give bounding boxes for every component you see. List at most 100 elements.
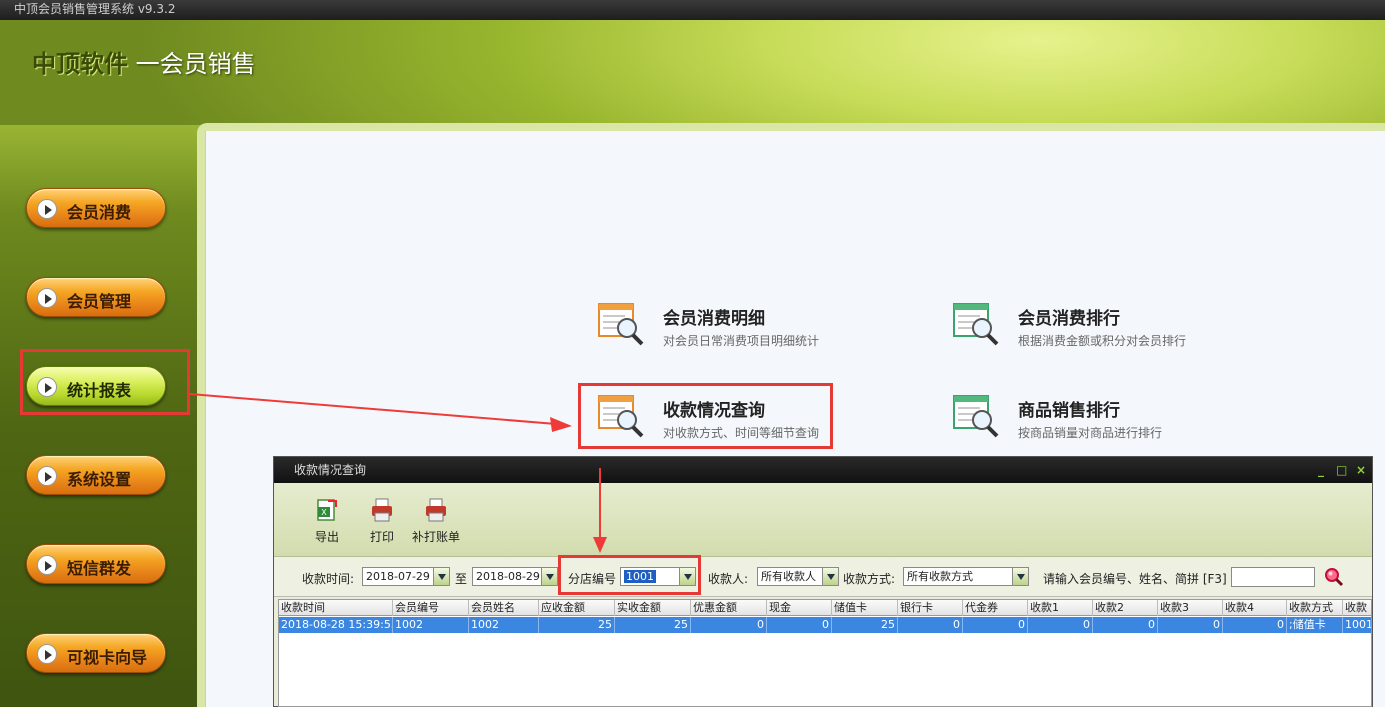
report-title: 会员消费明细 bbox=[663, 309, 765, 329]
dialog-toolbar: X 导出 打印 补打账单 bbox=[274, 483, 1372, 557]
filter-bar: 收款时间: 2018-07-29 至 2018-08-29 分店编号 1001 … bbox=[274, 557, 1372, 597]
method-select[interactable]: 所有收款方式 bbox=[903, 567, 1029, 586]
sidebar-item-label: 短信群发 bbox=[67, 559, 132, 578]
cell-bank-card: 0 bbox=[898, 617, 963, 633]
table-row[interactable]: 2018-08-28 15:39:55 1002 1002 25 25 0 0 … bbox=[279, 617, 1371, 633]
column-header[interactable]: 会员姓名 bbox=[469, 600, 539, 616]
column-header[interactable]: 代金券 bbox=[963, 600, 1028, 616]
dialog-title-bar: 收款情况查询 _ □ × bbox=[274, 457, 1372, 483]
payment-grid: 收款时间 会员编号 会员姓名 应收金额 实收金额 优惠金额 现金 储值卡 银行卡… bbox=[278, 599, 1372, 707]
report-title: 会员消费排行 bbox=[1018, 309, 1120, 329]
chevron-down-icon[interactable] bbox=[433, 568, 449, 585]
highlight-box-payment-query bbox=[578, 383, 833, 449]
highlight-box-branch-select bbox=[558, 555, 701, 595]
cell-cash: 0 bbox=[767, 617, 832, 633]
sidebar-item-member-management[interactable]: 会员管理 bbox=[26, 277, 166, 317]
svg-text:X: X bbox=[321, 508, 327, 517]
play-icon bbox=[37, 288, 57, 308]
brand-logo: 中顶软件 一会员销售 bbox=[32, 44, 256, 79]
app-header: 中顶软件 一会员销售 bbox=[0, 20, 1385, 125]
export-button[interactable]: X 导出 bbox=[314, 497, 340, 545]
method-label: 收款方式: bbox=[843, 572, 896, 586]
column-header[interactable]: 收款方式 bbox=[1287, 600, 1343, 616]
search-hint: 请输入会员编号、姓名、简拼 [F3] bbox=[1043, 572, 1227, 586]
reprint-bill-button[interactable]: 补打账单 bbox=[412, 497, 460, 545]
window-title-bar: 中顶会员销售管理系统 v9.3.2 bbox=[0, 0, 1385, 20]
chevron-down-icon[interactable] bbox=[822, 568, 838, 585]
column-header[interactable]: 收款2 bbox=[1093, 600, 1158, 616]
close-icon[interactable]: × bbox=[1356, 457, 1366, 483]
play-icon bbox=[37, 555, 57, 575]
cell-pay4: 0 bbox=[1223, 617, 1287, 633]
play-icon bbox=[37, 466, 57, 486]
cell-time: 2018-08-28 15:39:55 bbox=[281, 617, 393, 633]
date-from-select[interactable]: 2018-07-29 bbox=[362, 567, 450, 586]
report-desc: 对会员日常消费项目明细统计 bbox=[663, 334, 820, 348]
excel-export-icon: X bbox=[317, 499, 337, 521]
date-to-select[interactable]: 2018-08-29 bbox=[472, 567, 558, 586]
window-title: 中顶会员销售管理系统 v9.3.2 bbox=[14, 2, 176, 16]
sidebar-item-sms-broadcast[interactable]: 短信群发 bbox=[26, 544, 166, 584]
cell-pay3: 0 bbox=[1158, 617, 1223, 633]
report-desc: 根据消费金额或积分对会员排行 bbox=[1018, 334, 1187, 348]
column-header[interactable]: 收款1 bbox=[1028, 600, 1093, 616]
cell-discount: 0 bbox=[691, 617, 767, 633]
column-header[interactable]: 实收金额 bbox=[615, 600, 691, 616]
column-header[interactable]: 优惠金额 bbox=[691, 600, 767, 616]
cell-method: ;储值卡 bbox=[1287, 617, 1343, 633]
report-magnifier-icon bbox=[598, 303, 644, 346]
report-magnifier-icon bbox=[953, 395, 999, 438]
column-header[interactable]: 储值卡 bbox=[832, 600, 898, 616]
printer-icon bbox=[372, 498, 392, 522]
column-header[interactable]: 收款 bbox=[1343, 600, 1371, 616]
cell-member-no: 1002 bbox=[393, 617, 469, 633]
maximize-icon[interactable]: □ bbox=[1336, 457, 1347, 483]
payee-select[interactable]: 所有收款人 bbox=[757, 567, 839, 586]
sidebar-item-member-consumption[interactable]: 会员消费 bbox=[26, 188, 166, 228]
chevron-down-icon[interactable] bbox=[1012, 568, 1028, 585]
cell-stored-card: 25 bbox=[832, 617, 898, 633]
cell-pay2: 0 bbox=[1093, 617, 1158, 633]
column-header[interactable]: 收款时间 bbox=[279, 600, 393, 616]
chevron-down-icon[interactable] bbox=[541, 568, 557, 585]
report-member-consumption-ranking[interactable]: 会员消费排行 根据消费金额或积分对会员排行 bbox=[952, 300, 1212, 360]
sidebar: 会员消费 会员管理 统计报表 系统设置 短信群发 可视卡向导 bbox=[0, 125, 200, 707]
search-input[interactable] bbox=[1231, 567, 1315, 587]
cell-pay1: 0 bbox=[1028, 617, 1093, 633]
report-member-consumption-detail[interactable]: 会员消费明细 对会员日常消费项目明细统计 bbox=[597, 300, 857, 360]
minimize-icon[interactable]: _ bbox=[1316, 457, 1326, 483]
sidebar-item-label: 会员消费 bbox=[67, 203, 132, 222]
column-header[interactable]: 会员编号 bbox=[393, 600, 469, 616]
grid-header-row: 收款时间 会员编号 会员姓名 应收金额 实收金额 优惠金额 现金 储值卡 银行卡… bbox=[279, 600, 1371, 616]
dialog-title: 收款情况查询 bbox=[294, 463, 367, 477]
column-header[interactable]: 收款4 bbox=[1223, 600, 1287, 616]
sidebar-item-visual-card-wizard[interactable]: 可视卡向导 bbox=[26, 633, 166, 673]
reprint-label: 补打账单 bbox=[412, 530, 461, 544]
payee-value: 所有收款人 bbox=[761, 570, 816, 583]
column-header[interactable]: 应收金额 bbox=[539, 600, 615, 616]
cell-member-name: 1002 bbox=[469, 617, 539, 633]
print-label: 打印 bbox=[369, 530, 394, 544]
highlight-box-sidebar bbox=[20, 349, 190, 415]
cell-voucher: 0 bbox=[963, 617, 1028, 633]
column-header[interactable]: 收款3 bbox=[1158, 600, 1223, 616]
report-product-sales-ranking[interactable]: 商品销售排行 按商品销量对商品进行排行 bbox=[952, 392, 1212, 452]
time-label: 收款时间: bbox=[302, 572, 355, 586]
sidebar-item-label: 可视卡向导 bbox=[67, 648, 148, 667]
method-value: 所有收款方式 bbox=[907, 570, 973, 583]
brand-company: 中顶软件 bbox=[32, 50, 128, 78]
play-icon bbox=[37, 644, 57, 664]
play-icon bbox=[37, 199, 57, 219]
search-icon[interactable] bbox=[1324, 567, 1344, 587]
column-header[interactable]: 银行卡 bbox=[898, 600, 963, 616]
report-title: 商品销售排行 bbox=[1018, 401, 1120, 421]
column-header[interactable]: 现金 bbox=[767, 600, 832, 616]
sidebar-item-label: 系统设置 bbox=[67, 470, 132, 489]
cell-payee: 1001 bbox=[1343, 617, 1371, 633]
payment-query-dialog: 收款情况查询 _ □ × X 导出 打印 补打账单 收款时间: 2018-07-… bbox=[273, 456, 1373, 707]
sidebar-item-label: 会员管理 bbox=[67, 292, 132, 311]
export-label: 导出 bbox=[314, 530, 339, 544]
date-to-value: 2018-08-29 bbox=[476, 570, 540, 583]
print-button[interactable]: 打印 bbox=[369, 497, 395, 545]
sidebar-item-system-settings[interactable]: 系统设置 bbox=[26, 455, 166, 495]
